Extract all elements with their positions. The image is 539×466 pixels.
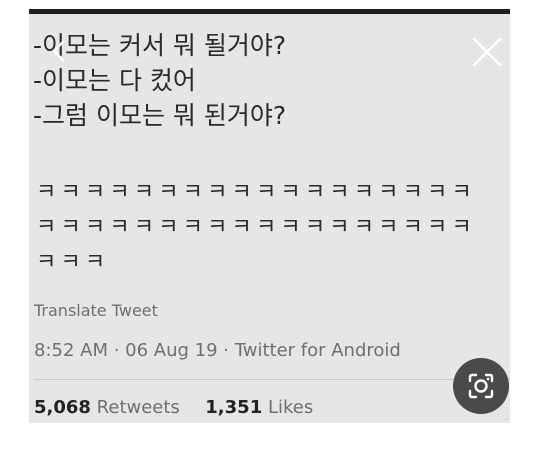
laugh-text: ㅋㅋㅋㅋㅋㅋㅋㅋㅋㅋㅋㅋㅋㅋㅋㅋㅋㅋ ㅋㅋㅋㅋㅋㅋㅋㅋㅋㅋㅋㅋㅋㅋㅋㅋㅋㅋ ㅋㅋ… xyxy=(36,175,506,280)
laugh-line: ㅋㅋㅋㅋㅋㅋㅋㅋㅋㅋㅋㅋㅋㅋㅋㅋㅋㅋ xyxy=(36,180,476,205)
image-search-button[interactable] xyxy=(453,358,509,414)
stats-divider xyxy=(34,379,510,380)
like-label[interactable]: Likes xyxy=(268,397,313,418)
tweet-line: -그럼 이모는 뭐 된거야? xyxy=(33,101,287,130)
like-count: 1,351 xyxy=(205,397,263,418)
top-divider xyxy=(29,9,510,14)
laugh-line: ㅋㅋㅋ xyxy=(36,250,110,275)
image-search-icon xyxy=(468,373,494,399)
tweet-screenshot: -이모는 커서 뭐 될거야? -이모는 다 컸어 -그럼 이모는 뭐 된거야? … xyxy=(29,9,510,423)
tweet-text: -이모는 커서 뭐 될거야? -이모는 다 컸어 -그럼 이모는 뭐 된거야? xyxy=(33,28,503,133)
translate-tweet-link[interactable]: Translate Tweet xyxy=(34,301,158,320)
laugh-line: ㅋㅋㅋㅋㅋㅋㅋㅋㅋㅋㅋㅋㅋㅋㅋㅋㅋㅋ xyxy=(36,215,476,240)
tweet-stats: 5,068 Retweets 1,351 Likes xyxy=(34,397,313,418)
tweet-timestamp: 8:52 AM · 06 Aug 19 · Twitter for Androi… xyxy=(34,340,401,361)
retweet-label[interactable]: Retweets xyxy=(97,397,180,418)
retweet-count: 5,068 xyxy=(34,397,91,418)
tweet-line: -이모는 커서 뭐 될거야? xyxy=(33,31,287,60)
chevron-left-icon[interactable] xyxy=(51,40,65,62)
tweet-line: -이모는 다 컸어 xyxy=(33,66,196,95)
close-icon[interactable] xyxy=(471,36,503,68)
